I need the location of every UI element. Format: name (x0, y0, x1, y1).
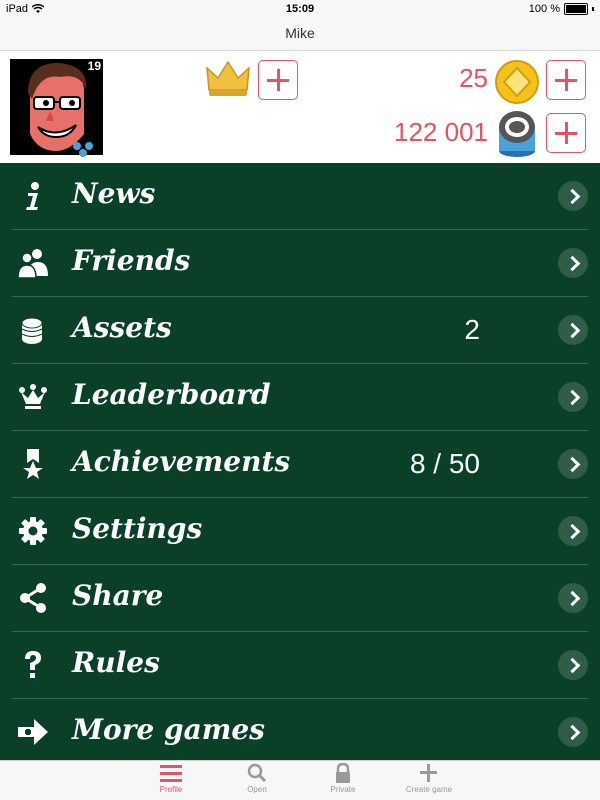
battery-tip (592, 7, 594, 11)
gold-coin-icon (495, 60, 539, 104)
poker-chips-icon (499, 111, 535, 157)
tab-label: Create game (405, 785, 453, 794)
crown-icon (206, 60, 250, 96)
menu-item-news[interactable]: News (12, 163, 588, 230)
chevron-right-icon[interactable] (558, 248, 588, 278)
chevron-right-icon[interactable] (558, 449, 588, 479)
chevron-right-icon[interactable] (558, 516, 588, 546)
menu-item-friends[interactable]: Friends (12, 230, 588, 297)
tab-profile[interactable]: Profile (128, 763, 214, 794)
friends-icon (18, 249, 48, 278)
menu-icon (160, 765, 182, 782)
tab-open[interactable]: Open (214, 763, 300, 794)
info-icon (26, 182, 39, 210)
network-icon (73, 142, 93, 157)
menu-item-share[interactable]: Share (12, 565, 588, 632)
menu-label: Assets (72, 311, 172, 344)
menu-label: Achievements (72, 445, 291, 478)
profile-header: 19 25 122 001 (0, 51, 600, 163)
menu-value: 2 (464, 314, 480, 345)
tab-private[interactable]: Private (300, 763, 386, 794)
search-icon (247, 763, 267, 783)
battery-icon (564, 3, 588, 15)
menu-value: 8 / 50 (409, 448, 480, 479)
ribbon-star-icon (23, 449, 43, 479)
tab-label: Open (247, 785, 267, 794)
plus-icon (420, 764, 437, 782)
menu-item-rules[interactable]: Rules (12, 632, 588, 699)
menu-item-leaderboard[interactable]: Leaderboard (12, 364, 588, 431)
crown-icon (19, 384, 47, 409)
nav-title: Mike (285, 25, 315, 41)
coins-value: 25 (459, 63, 488, 93)
buy-crown-button[interactable] (258, 60, 298, 100)
tab-label: Profile (159, 785, 183, 794)
status-right: 100 % (529, 3, 594, 15)
arrow-plus-icon (18, 719, 48, 745)
menu-item-assets[interactable]: Assets 2 (12, 297, 588, 364)
menu-label: Settings (72, 512, 203, 545)
gear-icon (19, 517, 47, 545)
chevron-right-icon[interactable] (558, 650, 588, 680)
menu-item-settings[interactable]: Settings (12, 498, 588, 565)
menu-label: News (72, 177, 156, 210)
menu-label: Share (72, 579, 164, 612)
share-icon (20, 583, 46, 613)
question-icon (25, 651, 41, 678)
status-time: 15:09 (285, 3, 315, 15)
chips-value: 122 001 (394, 117, 488, 147)
lock-icon (336, 763, 350, 783)
chevron-right-icon[interactable] (558, 181, 588, 211)
buy-coins-button[interactable] (546, 60, 586, 100)
menu-label: Leaderboard (72, 378, 271, 411)
main-menu: News Friends Assets 2 Leaderboard Achiev… (0, 163, 600, 760)
coins-stack-icon (21, 317, 43, 344)
chevron-right-icon[interactable] (558, 382, 588, 412)
menu-item-achievements[interactable]: Achievements 8 / 50 (12, 431, 588, 498)
chevron-right-icon[interactable] (558, 315, 588, 345)
chevron-right-icon[interactable] (558, 583, 588, 613)
buy-chips-button[interactable] (546, 113, 586, 153)
tab-label: Private (330, 785, 356, 794)
menu-label: Rules (72, 646, 160, 679)
chevron-right-icon[interactable] (558, 717, 588, 747)
menu-item-more-games[interactable]: More games (12, 699, 588, 765)
menu-label: More games (72, 713, 265, 746)
level-badge: 19 (87, 59, 101, 73)
tab-bar: Profile Open Private Create game (0, 760, 600, 800)
status-bar: iPad 15:09 100 % (0, 0, 600, 18)
tab-create-game[interactable]: Create game (386, 763, 472, 794)
menu-label: Friends (72, 244, 191, 277)
battery-percent: 100 % (528, 3, 560, 15)
nav-bar: Mike (0, 18, 600, 51)
